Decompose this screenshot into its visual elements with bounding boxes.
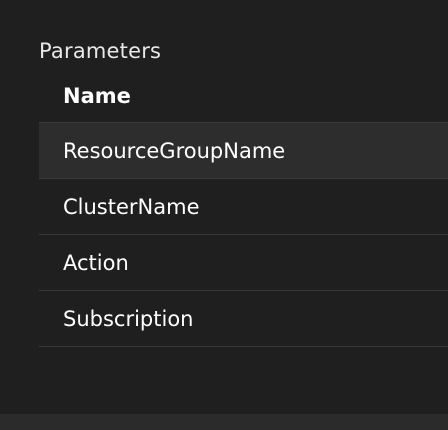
parameter-name: Action xyxy=(63,250,129,275)
table-header-row: Name xyxy=(39,70,448,123)
table-row-resourcegroupname[interactable]: ResourceGroupName xyxy=(39,123,448,179)
horizontal-scrollbar[interactable] xyxy=(0,414,448,430)
table-row-action[interactable]: Action xyxy=(39,235,448,291)
table-row-clustername[interactable]: ClusterName xyxy=(39,179,448,235)
parameters-table: Name ResourceGroupName ClusterName Actio… xyxy=(39,70,448,347)
column-header-name[interactable]: Name xyxy=(39,84,131,108)
parameters-panel: Parameters Name ResourceGroupName Cluste… xyxy=(0,0,448,430)
section-title: Parameters xyxy=(39,39,162,63)
table-row-subscription[interactable]: Subscription xyxy=(39,291,448,347)
parameter-name: Subscription xyxy=(63,306,194,331)
parameter-name: ResourceGroupName xyxy=(63,138,286,163)
parameter-name: ClusterName xyxy=(63,194,200,219)
